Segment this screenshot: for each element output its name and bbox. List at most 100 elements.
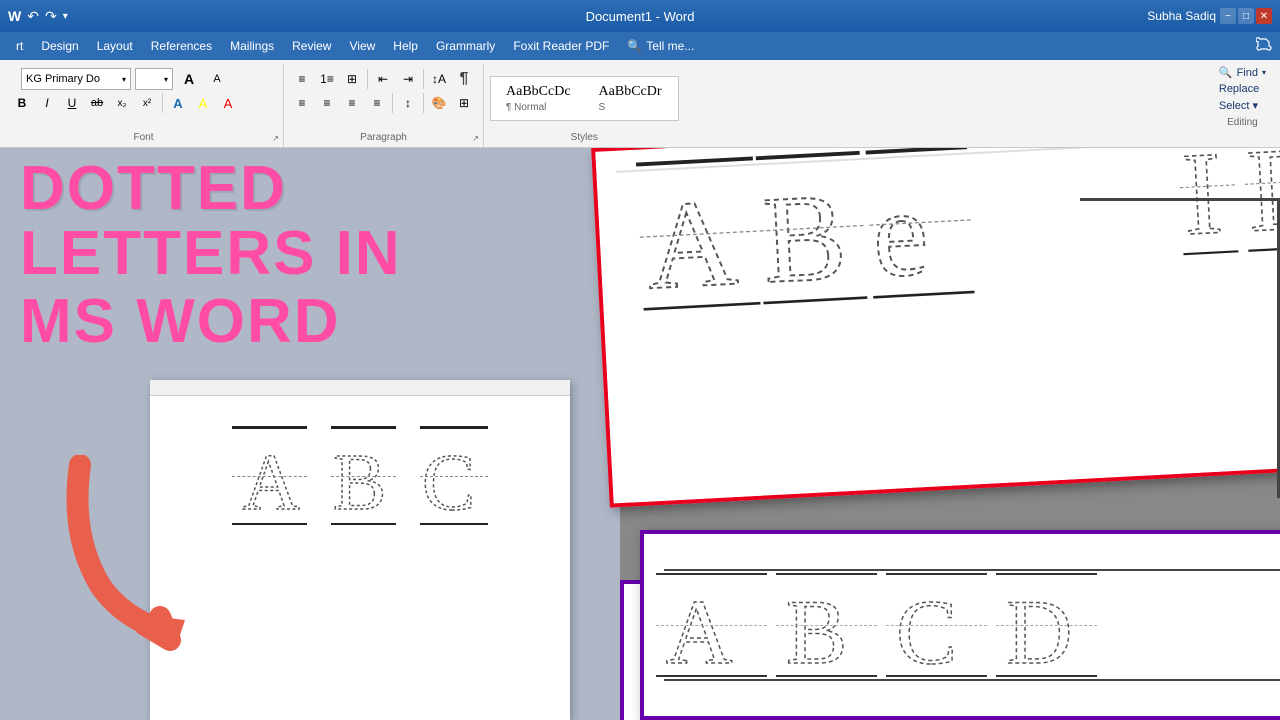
svg-text:I: I (1179, 148, 1225, 245)
letter-b-left: B (331, 426, 396, 525)
sep-4 (392, 93, 393, 113)
title-bar-right: Subha Sadiq − □ ✕ (1147, 8, 1272, 24)
replace-button[interactable]: Replace (1213, 82, 1272, 96)
pink-line2: LETTERS IN (20, 220, 402, 288)
screenshot-letter-b: B (756, 151, 868, 304)
multilevel-btn[interactable]: ⊞ (340, 68, 364, 90)
minimize-btn[interactable]: − (1220, 8, 1236, 24)
pink-text-overlay: DOTTED LETTERS IN MS WORD (20, 158, 402, 356)
menu-design[interactable]: Design (33, 36, 86, 56)
menu-layout[interactable]: Layout (89, 36, 141, 56)
letter-c-left: C (420, 426, 488, 525)
italic-button[interactable]: I (35, 92, 59, 114)
font-size-chevron: ▾ (164, 75, 168, 84)
left-panel: DOTTED LETTERS IN MS WORD (0, 148, 620, 720)
close-btn[interactable]: ✕ (1256, 8, 1272, 24)
font-size-dropdown[interactable]: ▾ (135, 68, 173, 90)
word-logo-icon: W (8, 8, 21, 24)
sep-5 (423, 93, 424, 113)
menu-references[interactable]: References (143, 36, 220, 56)
letter-a-left: A (232, 426, 307, 525)
screenshot-letter-i: I (1176, 148, 1238, 255)
styles-group-label: Styles (571, 132, 598, 143)
screenshot-top: A B (591, 148, 1280, 508)
menu-review[interactable]: Review (284, 36, 339, 56)
font-name-chevron: ▾ (122, 75, 126, 84)
quick-access-more[interactable]: ▾ (63, 11, 68, 22)
svg-text:D: D (1244, 148, 1280, 241)
search-box[interactable]: 🔍 Tell me... (619, 36, 702, 56)
separator-1 (162, 93, 163, 113)
undo-btn[interactable]: ↶ (27, 8, 39, 25)
find-icon: 🔍 (1219, 66, 1233, 79)
menu-help[interactable]: Help (385, 36, 426, 56)
share-icon[interactable] (1256, 36, 1272, 57)
font-color-btn[interactable]: A (216, 92, 240, 114)
paragraph-group-label: Paragraph (360, 132, 407, 143)
arrow-decoration (60, 455, 220, 660)
menu-bar: rt Design Layout References Mailings Rev… (0, 32, 1280, 60)
increase-indent-btn[interactable]: ⇥ (396, 68, 420, 90)
screenshot-letter-c: e (866, 148, 975, 299)
align-center-btn[interactable]: ≡ (315, 92, 339, 114)
sort-btn[interactable]: ↕A (427, 68, 451, 90)
find-button[interactable]: 🔍 Find ▾ (1213, 65, 1272, 80)
styles-panel: AaBbCcDc ¶ Normal AaBbCcDr S (490, 76, 679, 121)
font-group-label: Font (133, 132, 153, 143)
strikethrough-btn[interactable]: ab (85, 92, 109, 114)
ruler (150, 380, 570, 396)
highlight-btn[interactable]: A (191, 92, 215, 114)
bottom-letter-c: C (894, 575, 979, 675)
font-name-dropdown[interactable]: KG Primary Do ▾ (21, 68, 131, 90)
increase-font-btn[interactable]: A (177, 68, 201, 90)
decrease-indent-btn[interactable]: ⇤ (371, 68, 395, 90)
window-title: Document1 - Word (586, 9, 695, 24)
screenshot-bottom-left: A B (640, 530, 1280, 720)
menu-mailings[interactable]: Mailings (222, 36, 282, 56)
align-right-btn[interactable]: ≡ (340, 92, 364, 114)
borders-btn[interactable]: ⊞ (452, 92, 476, 114)
ribbon-toolbar: KG Primary Do ▾ ▾ A A B I U ab x₂ x² A (0, 60, 1280, 148)
show-formatting-btn[interactable]: ¶ (452, 68, 476, 90)
align-left-btn[interactable]: ≡ (290, 92, 314, 114)
editing-group-label: Editing (1213, 115, 1272, 128)
styles-group: AaBbCcDc ¶ Normal AaBbCcDr S Styles (484, 64, 685, 147)
line-spacing-btn[interactable]: ↕ (396, 92, 420, 114)
bold-button[interactable]: B (10, 92, 34, 114)
sep-3 (423, 69, 424, 89)
sep-2 (367, 69, 368, 89)
select-button[interactable]: Select ▾ (1213, 98, 1272, 113)
menu-grammarly[interactable]: Grammarly (428, 36, 503, 56)
font-group: KG Primary Do ▾ ▾ A A B I U ab x₂ x² A (4, 64, 284, 147)
underline-button[interactable]: U (60, 92, 84, 114)
style-second[interactable]: AaBbCcDr S (586, 79, 676, 118)
main-content: DOTTED LETTERS IN MS WORD (0, 148, 1280, 720)
menu-foxit[interactable]: Foxit Reader PDF (505, 36, 617, 56)
editing-group: 🔍 Find ▾ Replace Select ▾ Editing (1205, 60, 1280, 147)
numbering-btn[interactable]: 1≡ (315, 68, 339, 90)
paragraph-expand-icon[interactable]: ↗ (472, 134, 479, 143)
format-row: B I U ab x₂ x² A A A (10, 92, 240, 114)
pink-line3: MS WORD (20, 288, 402, 356)
find-dropdown-icon: ▾ (1262, 68, 1266, 77)
text-effects-btn[interactable]: A (166, 92, 190, 114)
svg-text:A: A (242, 439, 300, 516)
bottom-letter-d: D (1004, 575, 1089, 675)
redo-btn[interactable]: ↷ (45, 8, 57, 25)
maximize-btn[interactable]: □ (1238, 8, 1254, 24)
menu-view[interactable]: View (341, 36, 383, 56)
decrease-font-btn[interactable]: A (205, 68, 229, 90)
pink-line1: DOTTED (20, 158, 402, 220)
bullets-btn[interactable]: ≡ (290, 68, 314, 90)
title-bar-left: W ↶ ↷ ▾ (8, 8, 68, 25)
shading-btn[interactable]: 🎨 (427, 92, 451, 114)
justify-btn[interactable]: ≡ (365, 92, 389, 114)
superscript-btn[interactable]: x² (135, 92, 159, 114)
style-normal[interactable]: AaBbCcDc ¶ Normal (493, 79, 584, 118)
paragraph-group: ≡ 1≡ ⊞ ⇤ ⇥ ↕A ¶ ≡ ≡ ≡ ≡ ↕ 🎨 ⊞ (284, 64, 484, 147)
horizontal-line-decoration (1080, 198, 1280, 201)
menu-file[interactable]: rt (8, 36, 31, 56)
user-name: Subha Sadiq (1147, 9, 1216, 23)
font-expand-icon[interactable]: ↗ (272, 134, 279, 143)
subscript-btn[interactable]: x₂ (110, 92, 134, 114)
